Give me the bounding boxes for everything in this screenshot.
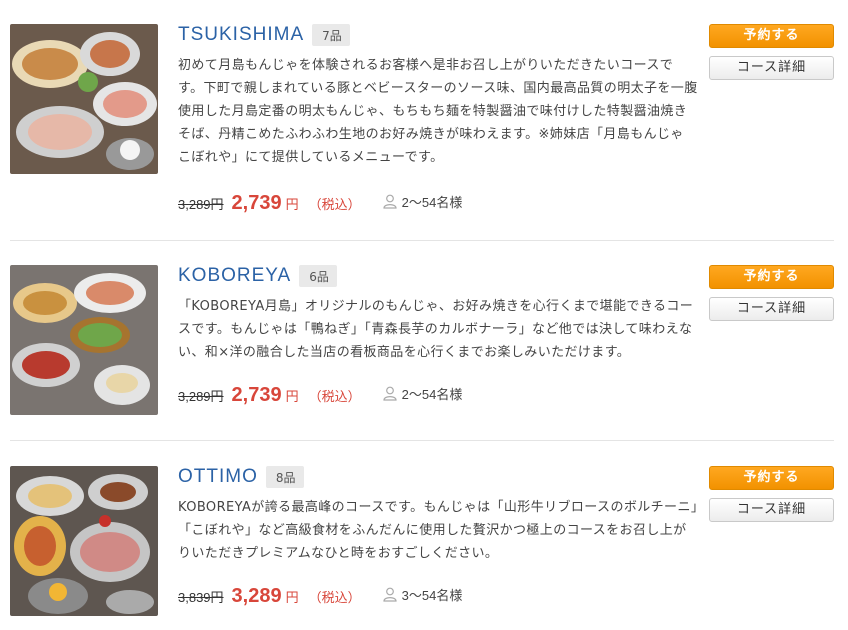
- original-price: 3,289円: [178, 389, 224, 404]
- tax-label: （税込）: [308, 197, 361, 212]
- course-name[interactable]: OTTIMO: [178, 466, 258, 488]
- course-name[interactable]: KOBOREYA: [178, 265, 291, 287]
- reserve-button[interactable]: 予約する: [709, 265, 834, 289]
- course-description: 初めて月島もんじゃを体験されるお客様へ是非お召し上がりいただきたいコースです。下…: [178, 58, 698, 165]
- person-icon: [383, 194, 397, 209]
- divider: [10, 440, 834, 441]
- guest-range: 2〜54名様: [383, 192, 463, 211]
- sale-price: 2,739: [231, 384, 282, 406]
- guest-range-text: 3〜54名様: [401, 588, 463, 603]
- course-title-row: TSUKISHIMA 7品: [178, 24, 350, 46]
- guest-range-text: 2〜54名様: [401, 387, 463, 402]
- sale-price: 2,739: [231, 192, 282, 214]
- dish-count-badge: 8品: [265, 466, 304, 488]
- sale-price: 3,289: [231, 585, 282, 607]
- dish-count-badge: 6品: [299, 265, 337, 287]
- tax-label: （税込）: [308, 389, 361, 404]
- course-photo[interactable]: [10, 265, 158, 415]
- price-row: 3,839円 3,289 円 （税込） 3〜54名様: [178, 585, 462, 608]
- person-icon: [383, 587, 397, 602]
- course-photo[interactable]: [10, 24, 158, 174]
- course-title-row: KOBOREYA 6品: [178, 265, 337, 287]
- price-row: 3,289円 2,739 円 （税込） 2〜54名様: [178, 384, 462, 407]
- reserve-button[interactable]: 予約する: [709, 466, 834, 490]
- person-icon: [383, 386, 397, 401]
- price-row: 3,289円 2,739 円 （税込） 2〜54名様: [178, 192, 462, 215]
- yen-unit: 円: [285, 389, 299, 404]
- dish-count-badge: 7品: [312, 24, 350, 46]
- course-photo[interactable]: [10, 466, 158, 616]
- course-description: 「KOBOREYA月島」オリジナルのもんじゃ、お好み焼きを心行くまで堪能できるコ…: [178, 299, 694, 360]
- guest-range: 3〜54名様: [383, 585, 463, 604]
- original-price: 3,289円: [178, 197, 224, 212]
- tax-label: （税込）: [308, 590, 361, 605]
- yen-unit: 円: [285, 590, 299, 605]
- divider: [10, 240, 834, 241]
- yen-unit: 円: [285, 197, 299, 212]
- course-detail-button[interactable]: コース詳細: [709, 498, 834, 522]
- course-detail-button[interactable]: コース詳細: [709, 56, 834, 80]
- course-description: KOBOREYAが誇る最高峰のコースです。もんじゃは「山形牛リブロースのボルチー…: [178, 500, 698, 561]
- course-title-row: OTTIMO 8品: [178, 466, 304, 488]
- guest-range: 2〜54名様: [383, 384, 463, 403]
- reserve-button[interactable]: 予約する: [709, 24, 834, 48]
- original-price: 3,839円: [178, 590, 224, 605]
- course-detail-button[interactable]: コース詳細: [709, 297, 834, 321]
- course-name[interactable]: TSUKISHIMA: [178, 24, 304, 46]
- guest-range-text: 2〜54名様: [401, 195, 463, 210]
